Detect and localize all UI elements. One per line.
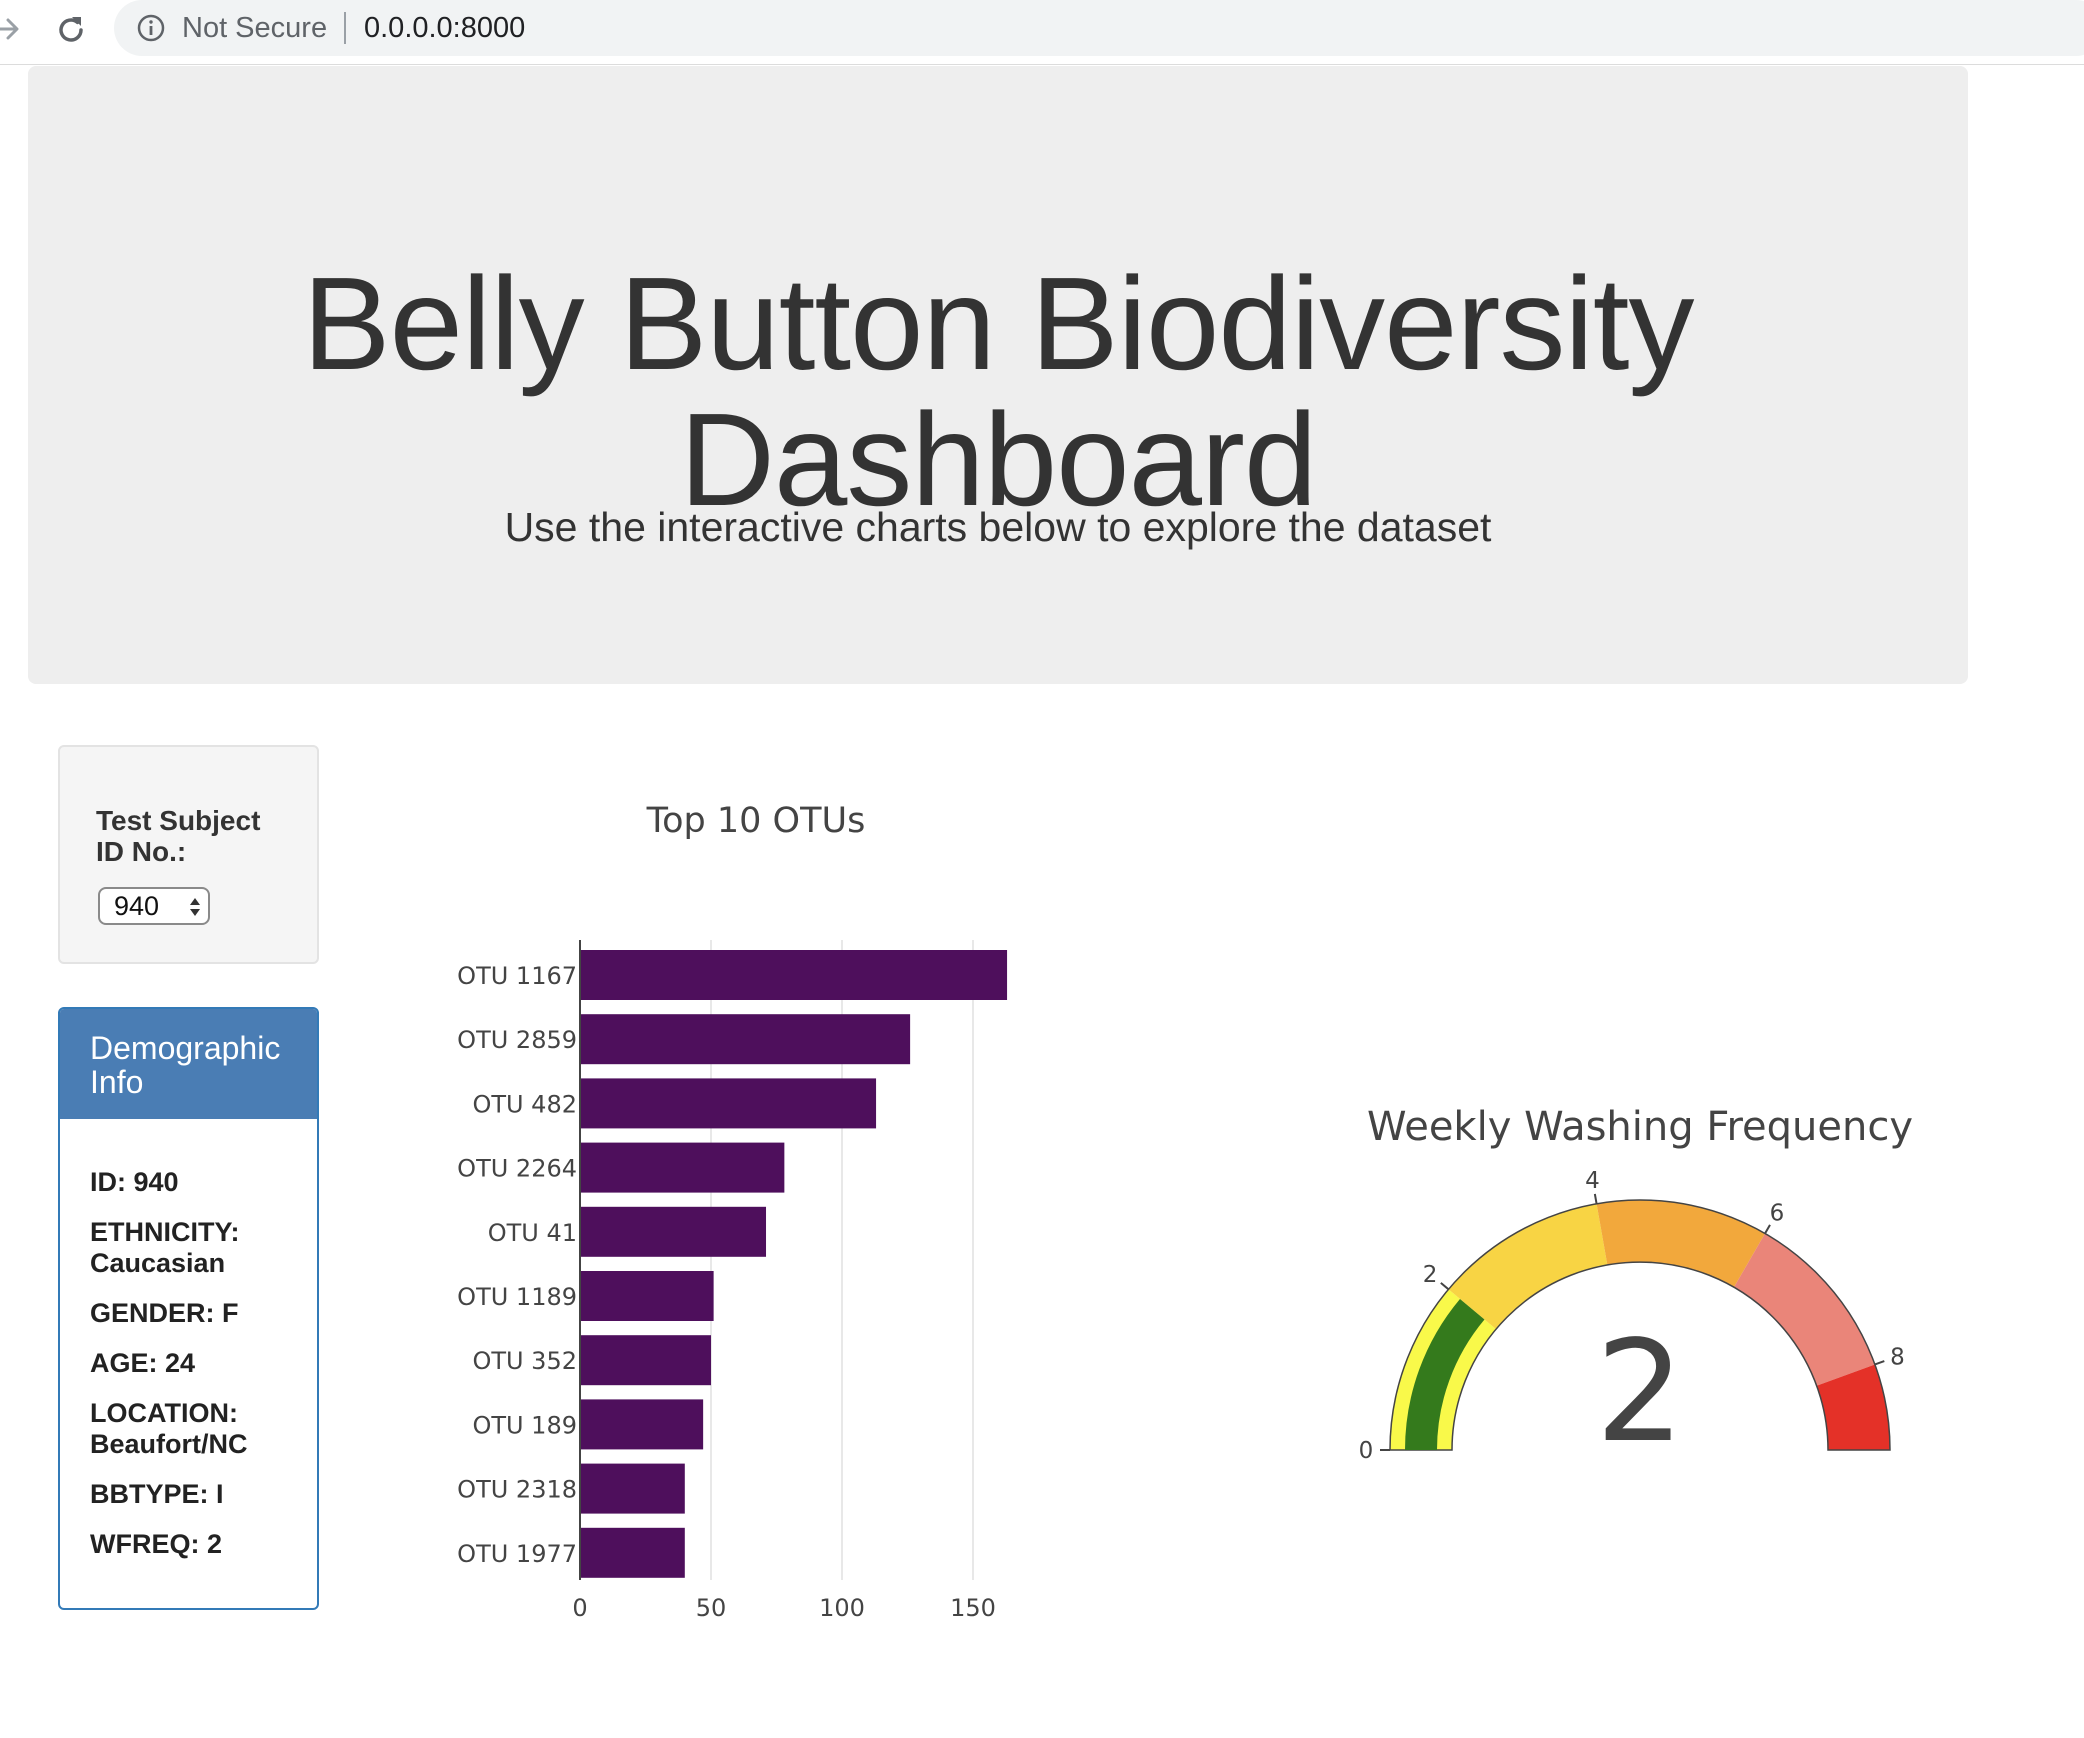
subject-selector-label: Test Subject ID No.: bbox=[96, 805, 261, 867]
gauge-value-number: 2 bbox=[1595, 1311, 1684, 1474]
gauge-tick-label: 8 bbox=[1890, 1344, 1905, 1370]
bar-chart-category-label: OTU 189 bbox=[472, 1411, 577, 1439]
top-otus-bar-chart[interactable]: Top 10 OTUs 0 50 100 150 OTU 1167 OTU 2859 OTU … bbox=[380, 770, 1040, 1630]
subject-selector-well: Test Subject ID No.: 940 bbox=[58, 745, 319, 964]
gauge-tick-label: 0 bbox=[1359, 1438, 1374, 1464]
page-title: Belly Button Biodiversity Dashboard bbox=[28, 256, 1968, 528]
bar-chart-title: Top 10 OTUs bbox=[646, 801, 866, 841]
subject-id-select[interactable]: 940 bbox=[98, 887, 210, 925]
demographic-item-bbtype: BBTYPE: I bbox=[90, 1479, 224, 1509]
bar-chart-category-label: OTU 2318 bbox=[457, 1476, 577, 1504]
gauge-tick-label: 2 bbox=[1423, 1262, 1438, 1288]
demographic-panel-title: Demographic Info bbox=[90, 1030, 281, 1100]
bar-chart-category-label: OTU 2859 bbox=[457, 1026, 577, 1054]
demographic-item-gender: GENDER: F bbox=[90, 1298, 239, 1328]
security-status-label[interactable]: Not Secure bbox=[182, 9, 327, 47]
subject-id-selected-value: 940 bbox=[114, 891, 160, 921]
gauge-tick-label: 4 bbox=[1585, 1168, 1600, 1194]
bar-chart-bar[interactable] bbox=[580, 1527, 685, 1578]
demographic-panel-heading: Demographic Info bbox=[60, 1009, 317, 1119]
gauge-title: Weekly Washing Frequency bbox=[1367, 1104, 1913, 1150]
bar-chart-xtick-label: 0 bbox=[572, 1594, 587, 1622]
bar-chart-bar[interactable] bbox=[580, 1399, 704, 1450]
page-title-line1: Belly Button Biodiversity bbox=[302, 250, 1695, 397]
bar-chart-category-label: OTU 41 bbox=[488, 1219, 577, 1247]
select-arrows-icon bbox=[190, 898, 200, 916]
reload-icon[interactable] bbox=[52, 11, 90, 49]
bar-chart-xtick-label: 100 bbox=[819, 1594, 865, 1622]
demographic-item-location: LOCATION: Beaufort/NC bbox=[90, 1398, 248, 1459]
bar-chart-bar[interactable] bbox=[580, 1271, 714, 1321]
demographic-info-panel: Demographic Info ID: 940 ETHNICITY: Cauc… bbox=[58, 1007, 319, 1610]
url-text[interactable]: 0.0.0.0:8000 bbox=[364, 9, 525, 47]
forward-icon[interactable] bbox=[0, 12, 24, 46]
bar-chart-category-label: OTU 1167 bbox=[457, 962, 577, 990]
url-separator bbox=[344, 12, 346, 44]
bar-chart-bar[interactable] bbox=[580, 1142, 785, 1193]
bar-chart-category-label: OTU 2264 bbox=[457, 1155, 577, 1183]
gauge-tick bbox=[1874, 1360, 1885, 1366]
gauge-tick bbox=[1593, 1193, 1598, 1204]
bar-chart-xtick-label: 150 bbox=[950, 1594, 996, 1622]
gauge-step-band bbox=[1734, 1233, 1875, 1386]
demographic-list: ID: 940 ETHNICITY: Caucasian GENDER: F A… bbox=[90, 1167, 310, 1579]
demographic-item-wfreq: WFREQ: 2 bbox=[90, 1529, 222, 1559]
page-header: Belly Button Biodiversity Dashboard Use … bbox=[28, 66, 1968, 684]
info-icon[interactable] bbox=[136, 13, 166, 43]
demographic-item-ethnicity: ETHNICITY: Caucasian bbox=[90, 1217, 240, 1278]
bar-chart-bar[interactable] bbox=[580, 1014, 911, 1065]
demographic-item-age: AGE: 24 bbox=[90, 1348, 196, 1378]
bar-chart-bar[interactable] bbox=[580, 950, 1008, 1000]
washing-frequency-gauge[interactable]: Weekly Washing Frequency 0 2 4 6 8 2 bbox=[1290, 1040, 1970, 1500]
bar-chart-category-label: OTU 352 bbox=[472, 1347, 577, 1375]
page-subtitle: Use the interactive charts below to expl… bbox=[504, 504, 1492, 550]
gauge-tick-label: 6 bbox=[1770, 1201, 1785, 1227]
demographic-item-id: ID: 940 bbox=[90, 1167, 179, 1197]
browser-toolbar: Not Secure 0.0.0.0:8000 bbox=[0, 0, 2084, 65]
gauge-step-band bbox=[1596, 1200, 1765, 1288]
bar-chart-bar[interactable] bbox=[580, 1206, 767, 1257]
bar-chart-bar[interactable] bbox=[580, 1463, 685, 1514]
bar-chart-category-label: OTU 1977 bbox=[457, 1540, 577, 1568]
bar-chart-bar[interactable] bbox=[580, 1078, 877, 1129]
bar-chart-category-label: OTU 1189 bbox=[457, 1283, 577, 1311]
bar-chart-bar[interactable] bbox=[580, 1335, 711, 1386]
bar-chart-category-label: OTU 482 bbox=[472, 1090, 577, 1118]
bar-chart-xtick-label: 50 bbox=[696, 1594, 727, 1622]
gauge-tick bbox=[1440, 1282, 1450, 1291]
